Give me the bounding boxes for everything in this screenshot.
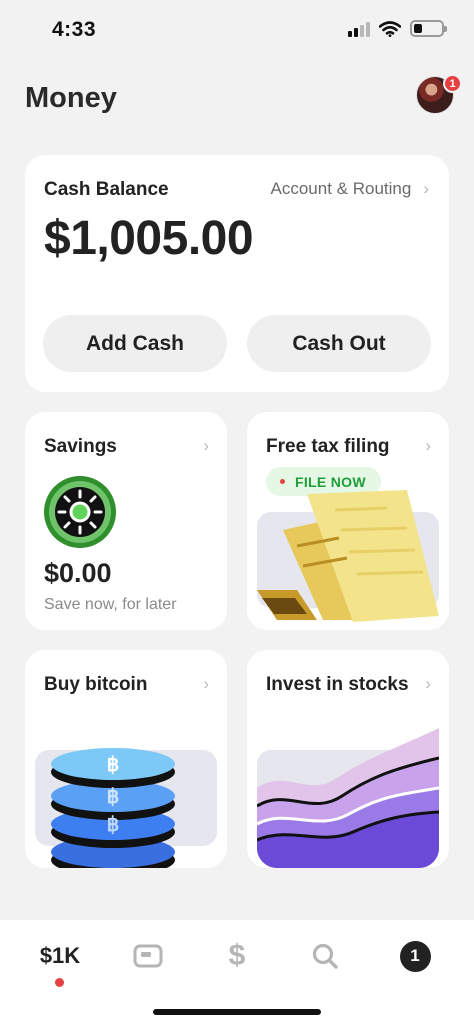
savings-vault-icon	[44, 476, 116, 548]
savings-card[interactable]: Savings › $0.00 Save now, for later	[25, 412, 227, 630]
chevron-right-icon: ›	[203, 674, 209, 693]
svg-text:฿: ฿	[107, 754, 120, 776]
profile-button[interactable]: 1	[416, 74, 462, 116]
status-icons	[348, 20, 447, 37]
account-routing-link[interactable]: Account & Routing ›	[271, 179, 429, 199]
tab-card[interactable]	[130, 936, 166, 976]
chevron-right-icon: ›	[423, 179, 429, 198]
tax-documents-illustration	[257, 490, 439, 630]
bottom-tab-bar: $1K $ 1	[0, 920, 474, 1025]
chevron-right-icon: ›	[425, 436, 431, 455]
chevron-right-icon: ›	[203, 436, 209, 455]
stocks-waves-illustration	[257, 728, 439, 868]
bitcoin-coins-illustration: ฿ ฿ ฿	[35, 728, 217, 868]
account-routing-label: Account & Routing	[270, 179, 412, 198]
activity-icon: 1	[399, 940, 431, 972]
search-icon	[312, 943, 338, 969]
tab-money[interactable]: $1K	[36, 936, 84, 976]
add-cash-button[interactable]: Add Cash	[43, 315, 227, 372]
invest-in-stocks-card[interactable]: Invest in stocks ›	[247, 650, 449, 868]
free-tax-filing-card[interactable]: Free tax filing › FILE NOW	[247, 412, 449, 630]
file-now-label: FILE NOW	[295, 473, 366, 490]
home-indicator	[153, 1009, 321, 1015]
tab-activity[interactable]: 1	[397, 936, 433, 976]
svg-text:฿: ฿	[107, 814, 120, 836]
chevron-right-icon: ›	[425, 674, 431, 693]
card-icon	[133, 944, 163, 968]
buy-bitcoin-card[interactable]: Buy bitcoin › ฿ ฿ ฿	[25, 650, 227, 868]
signal-icon	[348, 21, 370, 37]
active-tab-indicator	[55, 978, 64, 987]
wifi-icon	[379, 20, 401, 37]
cash-balance-amount: $1,005.00	[44, 212, 254, 265]
bitcoin-title: Buy bitcoin	[44, 674, 148, 695]
savings-subtitle: Save now, for later	[44, 596, 177, 613]
tax-title: Free tax filing	[266, 436, 390, 457]
cash-balance-label: Cash Balance	[44, 179, 169, 200]
stocks-title: Invest in stocks	[266, 674, 409, 695]
savings-title: Savings	[44, 436, 117, 457]
status-time: 4:33	[52, 18, 97, 41]
notification-badge: 1	[443, 74, 462, 93]
page-title: Money	[25, 82, 117, 114]
savings-amount: $0.00	[44, 558, 112, 588]
cash-out-button[interactable]: Cash Out	[247, 315, 431, 372]
cash-balance-card[interactable]: Cash Balance Account & Routing › $1,005.…	[25, 155, 449, 392]
svg-text:฿: ฿	[107, 786, 120, 808]
battery-icon	[410, 20, 447, 37]
tab-pay[interactable]: $	[220, 936, 254, 976]
status-bar: 4:33	[0, 0, 474, 62]
tab-search[interactable]	[307, 936, 343, 976]
badge-dot	[280, 479, 285, 484]
dollar-icon: $	[228, 939, 246, 972]
